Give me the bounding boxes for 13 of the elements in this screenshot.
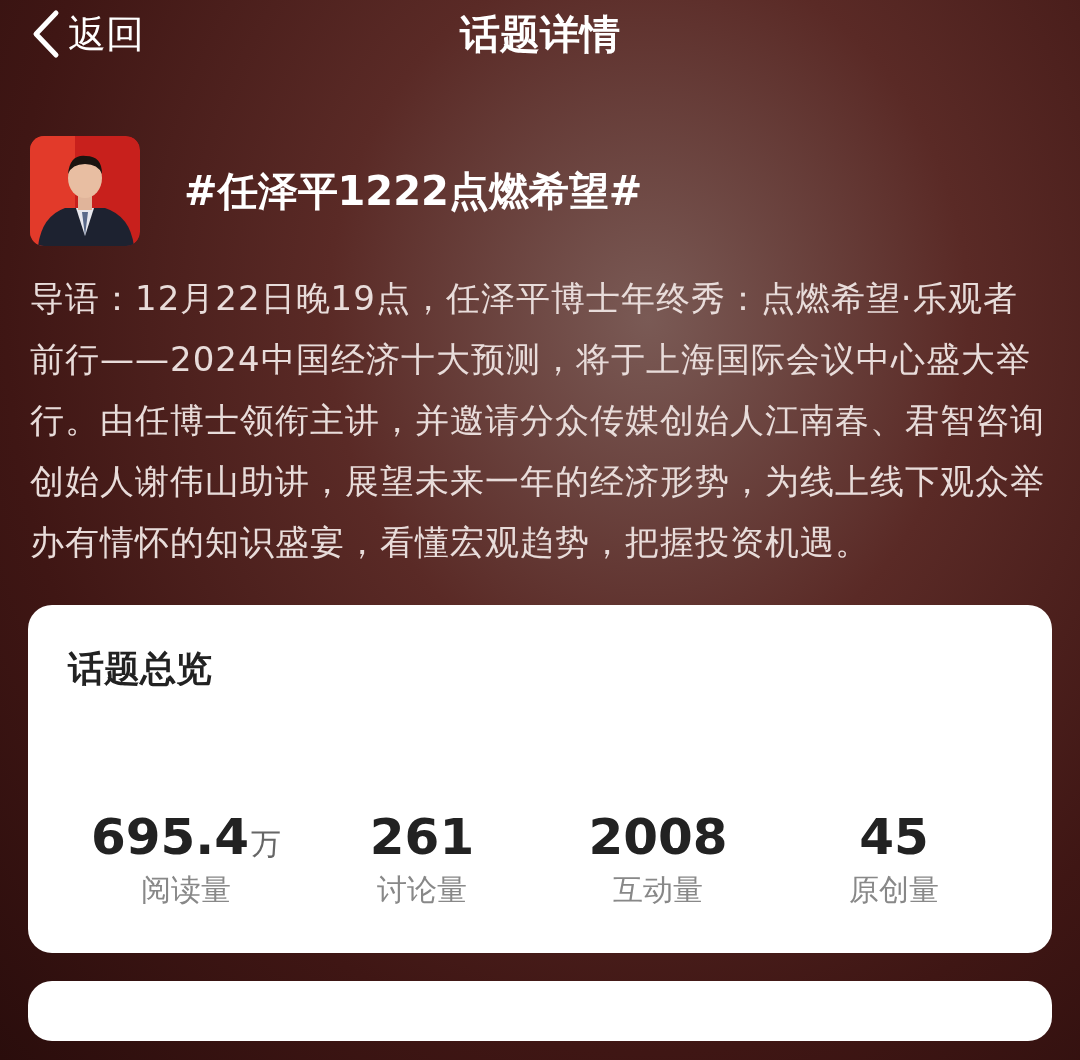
stat-value: 695.4万 [90,812,282,862]
topic-intro: 导语：12月22日晚19点，任泽平博士年终秀：点燃希望·乐观者前行——2024中国经济十大预测，将于上海国际会议中心盛大举行。由任博士领衔主讲，并邀请分众传媒创始人江南春、君智咨询创始人谢伟山助讲，展望未来一年的经济形势，为线上线下观众举办有情怀的知识盛宴，看懂宏观趋势，把握投资机遇。 [30,277,1046,564]
back-button[interactable]: 返回 [0,8,144,60]
stat-label: 阅读量 [141,871,231,909]
topic-title: #任泽平1222点燃希望# [184,166,643,216]
stat-value: 261 [369,812,475,862]
stat-value: 2008 [588,812,728,862]
stat-label: 原创量 [849,871,939,909]
overview-title: 话题总览 [68,647,213,691]
stat-value: 45 [859,812,929,862]
stat-label: 互动量 [613,871,703,909]
stat-label: 讨论量 [377,871,467,909]
page-title: 话题详情 [460,9,620,59]
